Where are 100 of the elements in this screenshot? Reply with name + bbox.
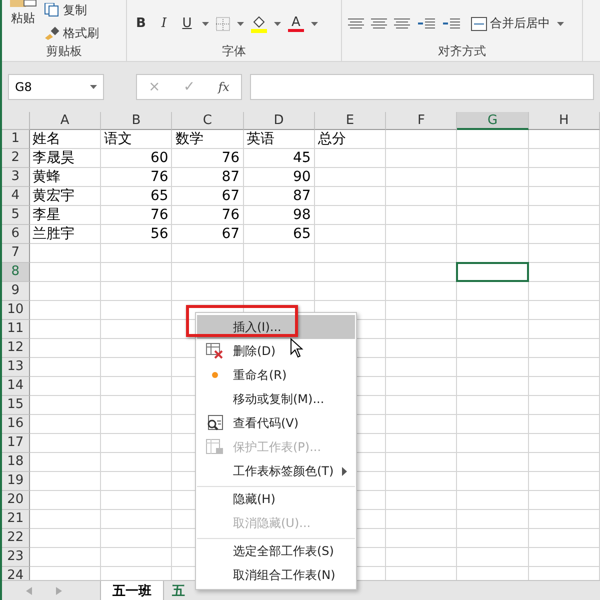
row-header[interactable]: 5: [2, 206, 30, 225]
table-cell: [528, 320, 600, 339]
row-header[interactable]: 10: [2, 301, 30, 320]
row-header[interactable]: 12: [2, 339, 30, 358]
menu-item[interactable]: 删除(D): [197, 339, 355, 363]
table-cell: [457, 548, 529, 567]
table-cell: [528, 168, 600, 187]
table-cell: [100, 453, 172, 472]
table-cell: [457, 396, 529, 415]
row-header[interactable]: 19: [2, 472, 30, 491]
table-cell: [244, 263, 315, 282]
formula-input[interactable]: [250, 74, 594, 100]
font-color-button[interactable]: A: [288, 16, 304, 32]
bold-button[interactable]: B: [133, 16, 149, 31]
table-cell: [314, 263, 386, 282]
table-cell: [100, 415, 172, 434]
caret-icon: [311, 22, 318, 26]
table-cell: [528, 548, 600, 567]
indent-icon[interactable]: [442, 18, 460, 30]
insert-function-button[interactable]: fx: [218, 80, 230, 94]
table-cell: 语文: [100, 130, 172, 149]
sheet-tab[interactable]: 五一班: [100, 581, 164, 600]
align-icon[interactable]: [394, 18, 410, 30]
table-cell: [386, 130, 458, 149]
row-header[interactable]: 15: [2, 396, 30, 415]
row-header[interactable]: 1: [2, 130, 30, 149]
row-header[interactable]: 6: [2, 225, 30, 244]
column-header[interactable]: A: [30, 112, 102, 130]
menu-item[interactable]: 工作表标签颜色(T): [197, 459, 355, 483]
table-cell: 英语: [244, 130, 315, 149]
column-header[interactable]: C: [172, 112, 244, 130]
table-cell: [386, 510, 458, 529]
row-header[interactable]: 14: [2, 377, 30, 396]
row-header[interactable]: 17: [2, 434, 30, 453]
paste-button[interactable]: 粘贴: [8, 0, 38, 27]
row-header[interactable]: 18: [2, 453, 30, 472]
menu-item[interactable]: 查看代码(V): [197, 411, 355, 435]
table-cell: [528, 529, 600, 548]
table-cell: [100, 301, 172, 320]
dot-icon: [212, 372, 218, 378]
table-cell: [30, 548, 101, 567]
row-header[interactable]: 21: [2, 510, 30, 529]
table-cell: [528, 263, 600, 282]
table-cell: 67: [172, 225, 244, 244]
menu-item[interactable]: 插入(I)...: [197, 315, 355, 339]
table-cell: [386, 149, 458, 168]
table-cell: [314, 206, 386, 225]
row-header[interactable]: 8: [2, 263, 30, 282]
column-header[interactable]: E: [314, 112, 386, 130]
table-cell: [30, 491, 101, 510]
table-cell: 数学: [172, 130, 244, 149]
fill-color-icon[interactable]: [251, 14, 267, 32]
table-cell: [528, 415, 600, 434]
table-cell: [386, 529, 458, 548]
column-header[interactable]: F: [386, 112, 458, 130]
table-cell: [386, 339, 458, 358]
row-header[interactable]: 9: [2, 282, 30, 301]
table-cell: [100, 529, 172, 548]
table-cell: 56: [100, 225, 172, 244]
menu-item[interactable]: 重命名(R): [197, 363, 355, 387]
table-cell: 45: [244, 149, 315, 168]
row-header[interactable]: 20: [2, 491, 30, 510]
align-icon[interactable]: [371, 18, 387, 30]
column-header[interactable]: D: [244, 112, 315, 130]
row-header[interactable]: 2: [2, 149, 30, 168]
table-cell: [528, 510, 600, 529]
table-cell: [30, 301, 101, 320]
copy-button[interactable]: 复制: [44, 2, 99, 18]
table-cell: [100, 434, 172, 453]
row-header[interactable]: 11: [2, 320, 30, 339]
align-icon[interactable]: [348, 18, 364, 30]
menu-item[interactable]: 隐藏(H): [197, 486, 355, 511]
format-painter-button[interactable]: 格式刷: [44, 24, 99, 42]
table-cell: 姓名: [30, 130, 101, 149]
table-cell: [457, 339, 529, 358]
table-cell: [314, 244, 386, 263]
table-cell: [457, 168, 529, 187]
row-header[interactable]: 4: [2, 187, 30, 206]
row-header[interactable]: 22: [2, 529, 30, 548]
border-icon[interactable]: [216, 16, 230, 30]
menu-item[interactable]: 移动或复制(M)...: [197, 387, 355, 411]
column-header[interactable]: B: [101, 112, 172, 130]
row-header[interactable]: 7: [2, 244, 30, 263]
table-cell: [528, 130, 600, 149]
menu-item[interactable]: 选定全部工作表(S): [197, 538, 355, 563]
merge-center-button[interactable]: 合并后居中: [471, 15, 550, 32]
row-header[interactable]: 16: [2, 415, 30, 434]
table-cell: [457, 510, 529, 529]
row-header[interactable]: 3: [2, 168, 30, 187]
column-header[interactable]: G: [457, 112, 529, 130]
mouse-pointer-icon: [290, 338, 304, 358]
column-header[interactable]: H: [528, 112, 600, 130]
table-cell: [100, 548, 172, 567]
indent-icon[interactable]: [417, 18, 435, 30]
italic-button[interactable]: I: [156, 16, 172, 31]
row-header[interactable]: 13: [2, 358, 30, 377]
table-cell: [172, 244, 244, 263]
underline-button[interactable]: U: [179, 16, 195, 31]
row-header[interactable]: 23: [2, 548, 30, 567]
name-box[interactable]: G8: [8, 74, 104, 100]
